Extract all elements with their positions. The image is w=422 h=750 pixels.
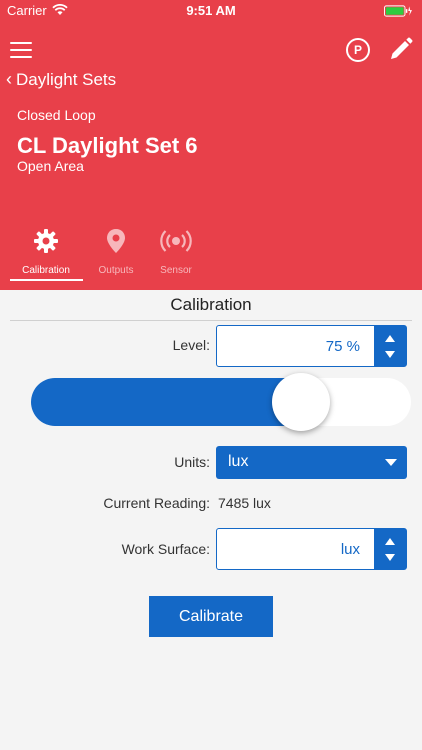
chevron-down-icon bbox=[385, 351, 395, 358]
decrement-button[interactable] bbox=[374, 346, 406, 366]
work-surface-value: lux bbox=[340, 541, 360, 558]
chevron-up-icon bbox=[385, 538, 395, 545]
tab-label: Calibration bbox=[22, 265, 70, 276]
broadcast-icon bbox=[160, 230, 192, 252]
slider-fill bbox=[31, 378, 301, 426]
set-type-label: Closed Loop bbox=[17, 107, 96, 123]
status-bar: Carrier 9:51 AM bbox=[0, 0, 422, 22]
chevron-down-icon bbox=[385, 459, 397, 466]
battery-icon bbox=[384, 5, 412, 17]
page-title: CL Daylight Set 6 bbox=[17, 133, 198, 158]
area-label: Open Area bbox=[17, 158, 84, 174]
reading-value: 7485 lux bbox=[218, 495, 271, 511]
units-label: Units: bbox=[174, 454, 210, 470]
calibrate-button[interactable]: Calibrate bbox=[149, 596, 273, 637]
back-button[interactable]: ‹ Daylight Sets bbox=[6, 69, 116, 90]
level-label: Level: bbox=[172, 337, 210, 353]
tab-label: Sensor bbox=[160, 265, 192, 276]
chevron-left-icon: ‹ bbox=[6, 69, 12, 89]
pencil-icon[interactable] bbox=[386, 36, 414, 64]
tab-sensor[interactable]: Sensor bbox=[141, 228, 211, 276]
chevron-up-icon bbox=[385, 335, 395, 342]
decrement-button[interactable] bbox=[374, 549, 406, 569]
level-value: 75 % bbox=[325, 338, 360, 355]
units-value: lux bbox=[228, 453, 249, 470]
level-stepper[interactable]: 75 % bbox=[216, 325, 407, 367]
tab-calibration[interactable]: Calibration bbox=[11, 228, 81, 276]
status-time: 9:51 AM bbox=[186, 3, 236, 18]
active-tab-indicator bbox=[10, 279, 83, 281]
slider-thumb[interactable] bbox=[272, 373, 330, 431]
tab-bar: Calibration Outputs Sensor bbox=[10, 228, 210, 286]
level-slider[interactable] bbox=[31, 373, 411, 431]
chevron-down-icon bbox=[385, 554, 395, 561]
parking-icon[interactable]: P bbox=[346, 38, 370, 62]
section-title: Calibration bbox=[170, 295, 252, 314]
back-label: Daylight Sets bbox=[16, 69, 117, 89]
gear-icon bbox=[34, 229, 58, 253]
increment-button[interactable] bbox=[374, 326, 406, 346]
divider bbox=[10, 320, 412, 321]
header: Carrier 9:51 AM P ‹ Daylight Sets Closed… bbox=[0, 0, 422, 290]
work-surface-label: Work Surface: bbox=[121, 541, 210, 557]
increment-button[interactable] bbox=[374, 529, 406, 549]
menu-icon[interactable] bbox=[10, 42, 32, 60]
level-stepper-buttons bbox=[374, 326, 406, 366]
work-surface-stepper[interactable]: lux bbox=[216, 528, 407, 570]
work-surface-stepper-buttons bbox=[374, 529, 406, 569]
reading-label: Current Reading: bbox=[103, 495, 210, 511]
units-select[interactable]: lux bbox=[216, 446, 407, 479]
location-pin-icon bbox=[107, 229, 125, 253]
